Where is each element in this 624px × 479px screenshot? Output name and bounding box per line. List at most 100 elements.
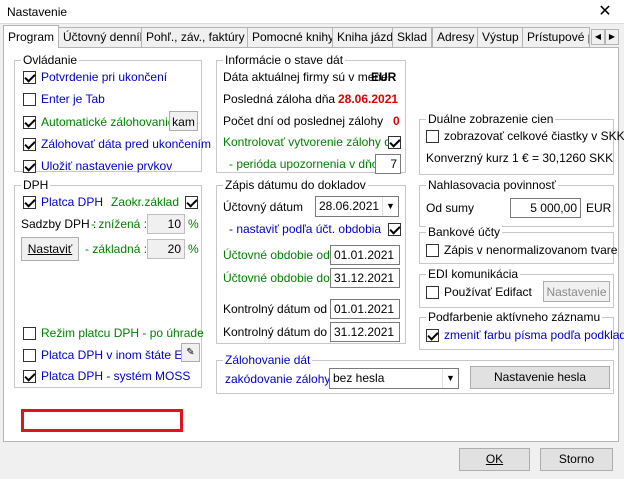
highlight-box [21,409,183,432]
checkbox-moss[interactable]: Platca DPH - systém MOSS [23,369,190,383]
kontrolovat-checkbox[interactable] [388,136,401,149]
checkbox-nenormalizovany[interactable]: Zápis v nenormalizovanom tvare [426,243,617,257]
tab-program[interactable]: Program [3,25,60,48]
checkbox-box[interactable] [23,326,36,340]
nastavit-obdobie-checkbox[interactable] [388,223,401,236]
tab-panel: Ovládanie Potvrdenie pri ukončení Enter … [3,47,624,442]
checkbox-label: Uložiť nastavenie prvkov [41,159,173,173]
group-informacie: Informácie o stave dát Dáta aktuálnej fi… [216,53,406,174]
checkbox-zmenit-farbu[interactable]: zmeniť farbu písma podľa podkladu [426,328,624,342]
checkbox-box[interactable] [426,243,439,257]
suma-input[interactable]: 5 000,00 [510,198,581,218]
chevron-down-icon[interactable]: ▼ [442,369,458,388]
checkbox-label: Zálohovať dáta pred ukončením [41,137,211,151]
group-podfarbenie: Podfarbenie aktívneho záznamu zmeniť far… [419,310,624,350]
mena-label: Dáta aktuálnej firmy sú v mene [223,70,388,84]
checkbox-box[interactable] [23,70,36,84]
zakladna-label: - základná : [85,242,148,256]
chevron-left-icon[interactable]: ◀ [591,29,605,45]
group-edi: EDI komunikácia Používať Edifact Nastave… [419,267,614,308]
tab-uctovny-dennik[interactable]: Účtovný denník [58,27,151,47]
checkbox-box[interactable] [23,92,36,106]
checkbox-zalohovat-data[interactable]: Zálohovať dáta pred ukončením [23,137,211,151]
kam-button[interactable]: kam [169,111,198,131]
title-bar: Nastavenie ✕ [0,0,624,24]
close-icon[interactable]: ✕ [594,2,616,22]
window-title: Nastavenie [7,5,68,19]
checkbox-label: Platca DPH v inom štáte EÚ [41,348,192,362]
group-zalohovanie-dat: Zálohovanie dát zakódovanie zálohy bez h… [216,353,614,394]
checkbox-edifact[interactable]: Používať Edifact [426,285,532,299]
group-title: Zápis dátumu do dokladov [223,178,368,192]
checkbox-auto-zalohovanie[interactable]: Automatické zálohovanie [23,115,174,129]
zaokr-checkbox[interactable] [185,196,198,209]
checkbox-label: Enter je Tab [41,92,105,106]
checkbox-box[interactable] [23,159,36,173]
checkbox-box[interactable] [426,328,439,342]
tab-pomocne-knihy[interactable]: Pomocné knihy [247,27,340,47]
zakladna-input[interactable]: 20 [147,239,185,259]
group-dph: DPH Platca DPH Zaokr.základ Sadzby DPH :… [14,178,204,388]
chevron-right-icon[interactable]: ▶ [605,29,619,45]
obdobie-do-label: Účtovné obdobie do [223,271,330,285]
group-title: Podfarbenie aktívneho záznamu [426,310,603,324]
zakodovanie-label: zakódovanie zálohy [225,372,331,386]
tab-vystup[interactable]: Výstup [477,27,524,47]
checkbox-box[interactable] [23,369,36,383]
uctovny-datum-select[interactable]: 28.06.2021 ▼ [315,196,399,217]
edi-nastavenie-button[interactable]: Nastavenie [543,281,610,302]
tab-adresy[interactable]: Adresy [432,27,480,47]
zaloha-label: Posledná záloha dňa [223,92,336,106]
group-nahlasovacia: Nahlasovacia povinnosť Od sumy 5 000,00 … [419,178,614,227]
ok-button[interactable]: OK [459,448,530,471]
tab-pristupove[interactable]: Prístupové pr [522,27,590,47]
group-title: Informácie o stave dát [223,53,346,67]
checkbox-ulozit-nastavenie[interactable]: Uložiť nastavenie prvkov [23,159,172,173]
checkbox-box[interactable] [23,115,36,129]
checkbox-label: Používať Edifact [444,285,532,299]
pct-label: % [188,217,199,231]
checkbox-enter-tab[interactable]: Enter je Tab [23,92,105,106]
od-sumy-label: Od sumy [426,201,475,215]
group-title: DPH [21,178,51,192]
checkbox-platca-dph[interactable]: Platca DPH [23,195,103,209]
eur-label: EUR [586,201,612,215]
checkbox-rezim[interactable]: Režim platcu DPH - po úhrade [23,326,204,340]
select-value: bez hesla [333,371,385,385]
znizena-input[interactable]: 10 [147,214,185,234]
checkbox-box[interactable] [23,195,36,209]
kontrol-do-input[interactable]: 31.12.2021 [330,322,400,342]
edit-icon[interactable]: ✎ [181,343,200,362]
pocet-label: Počet dní od poslednej zálohy [223,114,384,128]
pocet-value: 0 [393,114,400,128]
checkbox-zobrazovat-skk[interactable]: zobrazovať celkové čiastky v SKK [426,129,624,143]
zakodovanie-select[interactable]: bez hesla ▼ [329,368,459,389]
group-dualne: Duálne zobrazenie cien zobrazovať celkov… [419,112,624,175]
chevron-down-icon[interactable]: ▼ [382,197,398,216]
checkbox-box[interactable] [23,137,36,151]
nastavenie-hesla-button[interactable]: Nastavenie hesla [470,366,610,389]
checkbox-box[interactable] [426,129,439,143]
checkbox-inom-state[interactable]: Platca DPH v inom štáte EÚ [23,348,191,362]
kontrol-od-label: Kontrolný dátum od [223,302,328,316]
checkbox-box[interactable] [426,285,439,299]
tab-pohladavky[interactable]: Pohľ., záv., faktúry [141,27,250,47]
group-title: Ovládanie [21,53,80,67]
tab-kniha-jazd[interactable]: Kniha jázd [332,27,399,47]
checkbox-potvrdenie[interactable]: Potvrdenie pri ukončení [23,70,167,84]
group-title: Bankové účty [426,225,503,239]
tab-sklad[interactable]: Sklad [392,27,433,47]
checkbox-box[interactable] [23,348,36,362]
kontrol-do-label: Kontrolný dátum do [223,325,328,339]
perioda-input[interactable]: 7 [375,154,401,174]
checkbox-label: zobrazovať celkové čiastky v SKK [444,129,624,143]
obdobie-do-input[interactable]: 31.12.2021 [330,268,400,288]
storno-button[interactable]: Storno [540,448,613,471]
checkbox-label: Zápis v nenormalizovanom tvare [444,243,618,257]
zaokr-label: Zaokr.základ [111,195,180,209]
obdobie-od-input[interactable]: 01.01.2021 [330,245,400,265]
kontrol-od-input[interactable]: 01.01.2021 [330,299,400,319]
checkbox-label: Platca DPH - systém MOSS [41,369,191,383]
checkbox-label: Platca DPH [41,195,104,209]
nastavit-button[interactable]: Nastaviť [21,237,79,261]
